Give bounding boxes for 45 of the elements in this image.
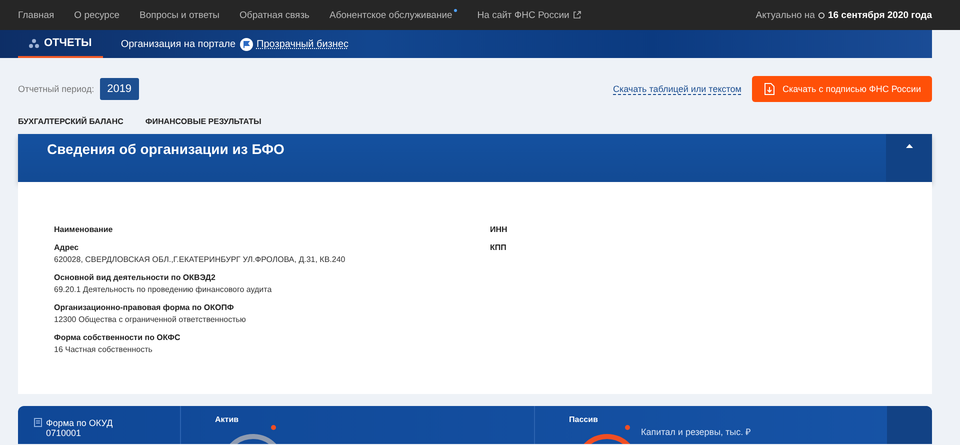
- caret-icon: [906, 144, 912, 148]
- nav-link[interactable]: Абонентское обслуживание: [330, 10, 458, 20]
- field-label: Организационно-правовая форма по ОКОПФ: [54, 302, 235, 314]
- period-label: Отчетный период:: [18, 84, 94, 94]
- updated-date: 16 сентября 2020 года: [828, 10, 932, 20]
- field-value: 16 Частная собственность: [54, 344, 154, 356]
- card-title: Сведения об организации из БФО: [46, 140, 286, 159]
- okud-label: Форма по ОКУД: [46, 418, 113, 428]
- collapse-toggle[interactable]: [886, 134, 932, 182]
- field-label: Основной вид деятельности по ОКВЭД2: [54, 272, 216, 284]
- flag-icon: [240, 38, 253, 50]
- collapse-toggle[interactable]: [887, 406, 932, 444]
- field-label: Наименование: [54, 224, 114, 236]
- new-dot-icon: [454, 8, 458, 12]
- network-icon: [29, 38, 39, 48]
- legend-dot: [271, 425, 276, 430]
- section-tab[interactable]: ОТЧЕТЫ: [18, 30, 103, 58]
- legend-label: Капитал и резервы, тыс. ₽: [641, 426, 751, 438]
- legend-dot: [625, 425, 630, 430]
- okud-code: 0710001: [46, 428, 82, 438]
- external-link-icon: [573, 11, 582, 19]
- nav-link[interactable]: На сайт ФНС России: [477, 10, 582, 20]
- field-label: Форма собственности по ОКФС: [54, 332, 182, 344]
- field-value: 12300 Общества с ограниченной ответственностью: [54, 314, 247, 326]
- nav-link[interactable]: Обратная связь: [240, 10, 310, 20]
- refresh-icon: [818, 12, 825, 18]
- field-value: 69.20.1 Деятельность по проведению финансового аудита: [54, 284, 273, 296]
- period-select[interactable]: 2019: [100, 78, 139, 100]
- report-tab[interactable]: ФИНАНСОВЫЕ РЕЗУЛЬТАТЫ: [145, 117, 262, 126]
- section-title: Актив: [215, 415, 240, 424]
- brand-link[interactable]: Прозрачный бизнес: [240, 30, 348, 58]
- nav-link[interactable]: Вопросы и ответы: [139, 10, 220, 20]
- field-label: КПП: [490, 242, 508, 254]
- field-label: ИНН: [490, 224, 508, 236]
- updated-label: Актуально на: [756, 10, 815, 20]
- field-value: 620028, СВЕРДЛОВСКАЯ ОБЛ.,Г.ЕКАТЕРИНБУРГ УЛ.ФРОЛОВА, Д.31, КВ.240: [54, 254, 346, 266]
- nav-link[interactable]: О ресурсе: [74, 10, 120, 20]
- document-icon: [34, 418, 42, 427]
- report-tab[interactable]: БУХГАЛТЕРСКИЙ БАЛАНС: [18, 117, 124, 126]
- nav-link[interactable]: Главная: [18, 10, 54, 20]
- field-label: Адрес: [54, 242, 80, 254]
- document-download-icon: [764, 83, 776, 95]
- section-title: Пассив: [569, 415, 599, 424]
- portal-link[interactable]: Организация на портале: [120, 30, 236, 58]
- download-link[interactable]: Скачать таблицей или текстом: [612, 84, 742, 94]
